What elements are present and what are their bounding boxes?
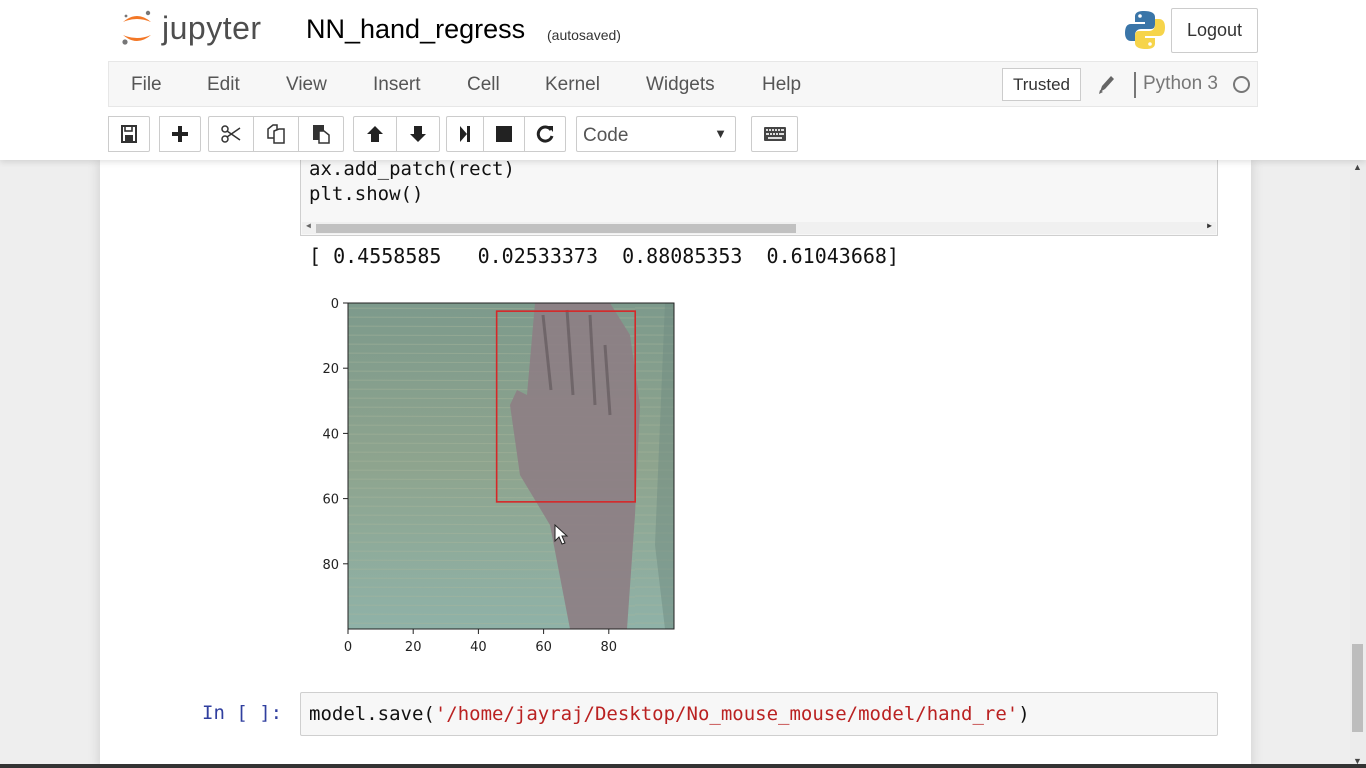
page-scrollbar-thumb[interactable] [1352, 644, 1363, 732]
notebook-container: ax.add_patch(rect) plt.show() ◀ ▶ [ 0.45… [0, 156, 1366, 768]
cell-type-value: Code [583, 125, 629, 146]
jupyter-logo[interactable]: jupyter [120, 8, 262, 48]
pencil-icon[interactable] [1097, 73, 1115, 100]
python-logo-icon [1124, 9, 1166, 56]
restart-button[interactable] [524, 116, 566, 152]
cut-button[interactable] [208, 116, 254, 152]
code-line: model.save('/home/jayraj/Desktop/No_mous… [309, 703, 1030, 725]
y-tick-label: 40 [322, 427, 339, 442]
x-tick-label: 40 [470, 640, 487, 655]
plus-icon [172, 126, 188, 142]
x-tick-label: 80 [601, 640, 618, 655]
code-function-call: model.save( [309, 703, 435, 725]
scroll-left-icon[interactable]: ◀ [306, 221, 311, 230]
code-string-literal: '/home/jayraj/Desktop/No_mouse_mouse/mod… [434, 703, 1019, 725]
horizontal-scrollbar[interactable]: ◀ ▶ [302, 221, 1216, 234]
scrollbar-thumb[interactable] [316, 224, 796, 233]
code-line: plt.show() [309, 183, 424, 205]
arrow-up-icon [367, 126, 383, 142]
copy-icon [267, 124, 285, 144]
command-palette-button[interactable] [751, 116, 798, 152]
run-button[interactable] [446, 116, 484, 152]
insert-cell-button[interactable] [159, 116, 201, 152]
logout-button[interactable]: Logout [1171, 8, 1258, 53]
menu-insert[interactable]: Insert [373, 74, 421, 96]
cell-type-select[interactable]: Code ▼ [576, 116, 736, 152]
run-icon [460, 126, 470, 142]
restart-icon [536, 125, 554, 143]
paste-icon [313, 125, 330, 144]
save-icon [121, 125, 137, 143]
menu-cell[interactable]: Cell [467, 74, 500, 96]
code-cell-input[interactable]: model.save('/home/jayraj/Desktop/No_mous… [300, 692, 1218, 736]
cut-icon [221, 125, 241, 143]
output-plot: 0 20 40 60 80 0 20 40 60 80 [322, 297, 675, 655]
code-line: ax.add_patch(rect) [309, 158, 515, 180]
jupyter-logo-icon [122, 10, 151, 45]
menu-kernel[interactable]: Kernel [545, 74, 600, 96]
move-up-button[interactable] [353, 116, 397, 152]
y-tick-label: 20 [322, 362, 339, 377]
menu-view[interactable]: View [286, 74, 327, 96]
y-tick-label: 60 [322, 493, 339, 508]
y-tick-label: 80 [322, 558, 339, 573]
cell-prompt: In [ ]: [202, 702, 283, 724]
menu-edit[interactable]: Edit [207, 74, 240, 96]
x-axis: 0 20 40 60 80 [344, 629, 617, 655]
copy-button[interactable] [253, 116, 299, 152]
interrupt-button[interactable] [483, 116, 525, 152]
cell-output-text: [ 0.4558585 0.02533373 0.88085353 0.6104… [309, 244, 900, 268]
x-tick-label: 0 [344, 640, 352, 655]
scroll-right-icon[interactable]: ▶ [1207, 221, 1212, 230]
menubar: File Edit View Insert Cell Kernel Widget… [108, 61, 1258, 107]
kernel-name[interactable]: Python 3 [1143, 73, 1218, 95]
y-axis: 0 20 40 60 80 [322, 297, 348, 573]
arrow-down-icon [410, 126, 426, 142]
save-button[interactable] [108, 116, 150, 152]
move-down-button[interactable] [396, 116, 440, 152]
page-scrollbar[interactable]: ▲ ▼ [1350, 160, 1366, 768]
notebook-header: jupyter NN_hand_regress (autosaved) Logo… [0, 0, 1366, 160]
autosave-status: (autosaved) [547, 27, 621, 43]
stop-icon [496, 126, 512, 142]
kernel-idle-icon [1233, 76, 1250, 93]
hand-image [348, 303, 674, 629]
trusted-button[interactable]: Trusted [1002, 68, 1081, 101]
y-tick-label: 0 [331, 297, 339, 312]
code-cell-input[interactable]: ax.add_patch(rect) plt.show() ◀ ▶ [300, 156, 1218, 236]
menu-widgets[interactable]: Widgets [646, 74, 715, 96]
jupyter-logo-text: jupyter [162, 9, 262, 46]
paste-button[interactable] [298, 116, 344, 152]
toolbar: Code ▼ [108, 116, 808, 152]
screen-bottom-edge [0, 764, 1366, 768]
notebook-page: ax.add_patch(rect) plt.show() ◀ ▶ [ 0.45… [100, 156, 1251, 768]
keyboard-icon [763, 127, 786, 141]
x-tick-label: 60 [535, 640, 552, 655]
code-closing-paren: ) [1018, 703, 1030, 725]
menu-file[interactable]: File [131, 74, 162, 96]
menu-help[interactable]: Help [762, 74, 801, 96]
kernel-separator [1134, 72, 1136, 98]
x-tick-label: 20 [405, 640, 422, 655]
notebook-title[interactable]: NN_hand_regress [306, 14, 525, 45]
scroll-up-icon[interactable]: ▲ [1353, 162, 1362, 172]
chevron-down-icon: ▼ [714, 126, 727, 141]
